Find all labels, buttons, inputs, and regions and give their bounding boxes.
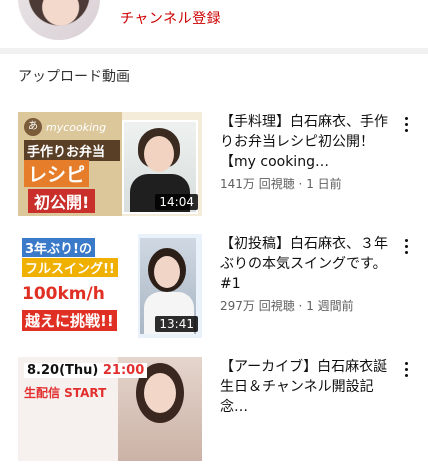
video-views: 297万 回視聴 [220,299,295,313]
stats-separator: · [294,299,307,313]
thumbnail-text: レシピ [24,160,90,187]
video-item[interactable]: あの mycooking 手作りお弁当 レシピ 初公開! 14:04 【手料理】… [0,112,428,222]
thumbnail-text: 初公開! [28,189,96,213]
kebab-vertical-icon[interactable] [398,114,414,134]
video-duration: 14:04 [155,194,198,210]
thumbnail-text: 越えに挑戦!! [22,310,117,331]
video-item[interactable]: 8.20(Thu) 21:00 生配信 START 【アーカイブ】白石麻衣誕生日… [0,357,428,467]
thumbnail-text: mycooking [46,121,107,134]
thumbnail-time: 21:00 [102,363,145,378]
photo-face [144,136,174,172]
video-duration: 13:41 [155,316,198,332]
thumbnail-date: 8.20(Thu) [27,363,99,378]
thumbnail-text: 生配信 START [24,386,107,400]
thumbnail-text: 手作りお弁当 [24,140,120,161]
channel-avatar[interactable] [18,0,100,40]
section-divider [0,48,428,54]
thumbnail-text: 8.20(Thu) 21:00 [24,363,148,378]
video-stats: 141万 回視聴 · 1 日前 [220,175,392,192]
photo-face [144,373,176,413]
stats-separator: · [294,177,307,191]
thumbnail-text: 3年ぶり!の [22,238,95,257]
video-age: 1 週間前 [306,299,354,313]
section-title: アップロード動画 [18,69,130,85]
subscribe-button[interactable]: チャンネル登録 [120,8,221,28]
photo-face [154,256,180,288]
thumbnail-text: 100km/h [22,284,105,304]
video-title[interactable]: 【手料理】白石麻衣、手作りお弁当レシピ初公開！【my cooking… [220,112,392,172]
video-thumbnail[interactable]: 8.20(Thu) 21:00 生配信 START [18,357,202,461]
thumbnail-text: あの [24,118,42,150]
video-meta: 【初投稿】白石麻衣、３年ぶりの本気スイングです。#1 297万 回視聴 · 1 … [220,234,392,314]
video-title[interactable]: 【初投稿】白石麻衣、３年ぶりの本気スイングです。#1 [220,234,392,294]
video-meta: 【アーカイブ】白石麻衣誕生日＆チャンネル開設記念… [220,357,392,417]
video-stats: 297万 回視聴 · 1 週間前 [220,297,392,314]
thumbnail-text: フルスイング!! [22,258,118,277]
video-thumbnail[interactable]: あの mycooking 手作りお弁当 レシピ 初公開! 14:04 [18,112,202,216]
channel-header: チャンネル登録 [0,0,428,48]
video-age: 1 日前 [306,177,342,191]
video-thumbnail[interactable]: 3年ぶり!の フルスイング!! 100km/h 越えに挑戦!! 13:41 [18,234,202,338]
video-views: 141万 回視聴 [220,177,295,191]
video-title[interactable]: 【アーカイブ】白石麻衣誕生日＆チャンネル開設記念… [220,357,392,417]
kebab-vertical-icon[interactable] [398,236,414,256]
kebab-vertical-icon[interactable] [398,359,414,379]
video-meta: 【手料理】白石麻衣、手作りお弁当レシピ初公開！【my cooking… 141万… [220,112,392,192]
video-item[interactable]: 3年ぶり!の フルスイング!! 100km/h 越えに挑戦!! 13:41 【初… [0,234,428,344]
